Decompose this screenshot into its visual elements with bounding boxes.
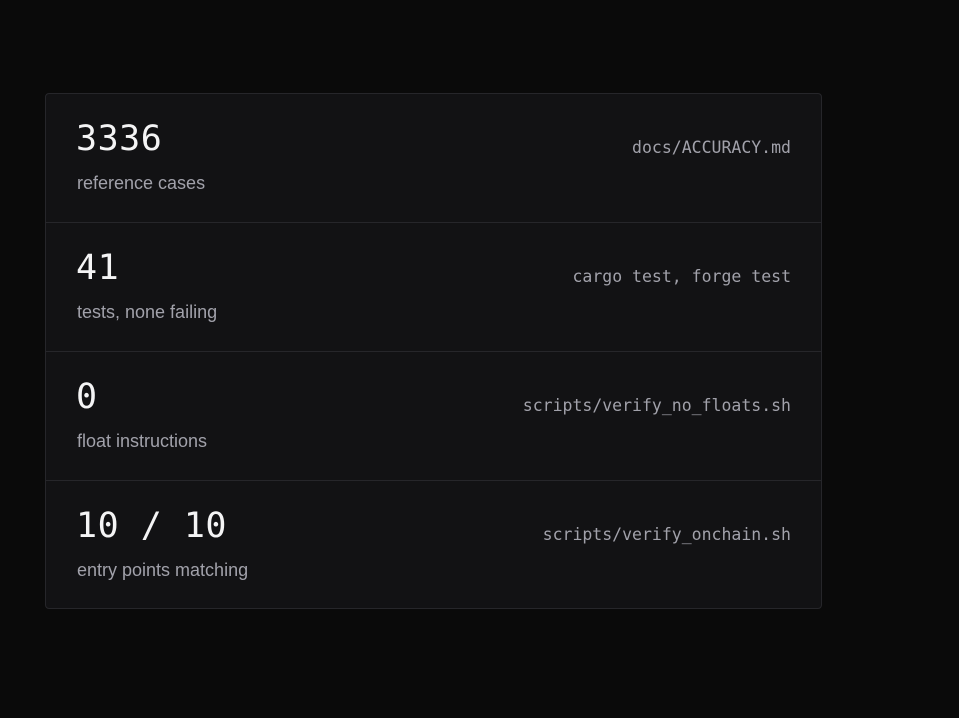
stat-label: float instructions [77,431,208,451]
stat-label: reference cases [77,173,206,193]
stat-label: entry points matching [77,560,249,580]
stat-value: 10 / 10 [76,506,228,546]
stat-source: docs/ACCURACY.md [632,138,791,157]
stat-label: tests, none failing [77,302,218,322]
stats-card: 3336 reference cases docs/ACCURACY.md 41… [45,93,822,609]
stat-value: 0 [76,377,98,417]
stat-value: 3336 [76,119,163,159]
stat-row-float-instructions: 0 float instructions scripts/verify_no_f… [46,352,821,481]
stat-source: scripts/verify_onchain.sh [542,525,791,544]
stat-row-reference-cases: 3336 reference cases docs/ACCURACY.md [46,94,821,223]
stat-value: 41 [76,248,120,288]
stat-row-entry-points: 10 / 10 entry points matching scripts/ve… [46,481,821,608]
stat-source: scripts/verify_no_floats.sh [522,396,791,415]
stat-row-tests: 41 tests, none failing cargo test, forge… [46,223,821,352]
stat-source: cargo test, forge test [572,267,791,286]
